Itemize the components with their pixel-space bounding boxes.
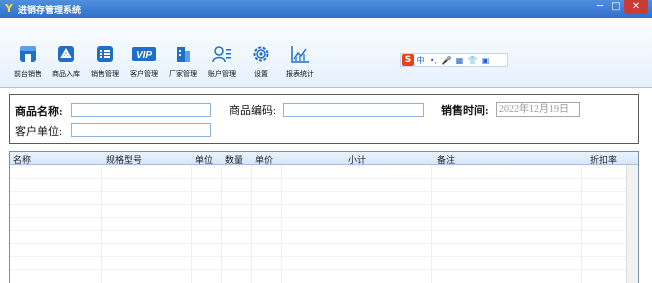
building-icon	[177, 47, 190, 62]
column-header-unit-price[interactable]: 单价	[255, 153, 273, 166]
toolbar-label: 账户管理	[208, 70, 236, 78]
toolbar-front-sales-button[interactable]: 前台销售	[9, 44, 47, 84]
column-header-quantity[interactable]: 数量	[225, 153, 243, 166]
toolbar-account-management-button[interactable]: 账户管理	[203, 44, 241, 84]
skin-icon[interactable]: 👕	[466, 56, 479, 65]
sales-table[interactable]: 名称 规格型号 单位 数量 单价 小计 备注 折扣率	[9, 151, 639, 283]
row-divider	[10, 230, 638, 231]
row-divider	[10, 204, 638, 205]
column-divider	[191, 165, 192, 283]
vertical-scrollbar[interactable]	[626, 165, 638, 283]
punctuation-toggle[interactable]: •,	[427, 56, 440, 65]
table-header: 名称 规格型号 单位 数量 单价 小计 备注 折扣率	[10, 152, 638, 166]
row-divider	[10, 256, 638, 257]
customer-input[interactable]	[71, 123, 211, 137]
vip-icon: VIP	[132, 47, 156, 61]
minimize-button[interactable]: ─	[592, 0, 608, 14]
column-header-name[interactable]: 名称	[13, 153, 31, 166]
chart-icon	[291, 46, 309, 63]
toolbar-manufacturer-management-button[interactable]: 厂家管理	[164, 44, 202, 84]
toolbar-label: 报表统计	[286, 70, 314, 78]
window-title: 进销存管理系统	[18, 6, 82, 16]
toolbar-label: 前台销售	[14, 70, 42, 78]
customer-label: 客户单位:	[15, 126, 63, 138]
column-divider	[581, 165, 582, 283]
title-bar: Y 进销存管理系统 ─ □ ✕	[0, 0, 652, 18]
row-divider	[10, 269, 638, 270]
row-divider	[10, 217, 638, 218]
toolbar-report-statistics-button[interactable]: 报表统计	[281, 44, 319, 84]
storefront-icon	[20, 46, 36, 62]
column-header-remark[interactable]: 备注	[437, 153, 455, 166]
toolbar-product-inbound-button[interactable]: 商品入库	[47, 44, 85, 84]
row-divider	[10, 178, 638, 179]
sogou-logo-icon: S	[402, 54, 414, 66]
input-method-bar[interactable]: S 中 •, 🎤 ▦ 👕 ▣	[400, 53, 508, 67]
toolbar-label: 客户管理	[130, 70, 158, 78]
close-button[interactable]: ✕	[624, 0, 648, 14]
column-divider	[221, 165, 222, 283]
column-divider	[251, 165, 252, 283]
sale-time-label: 销售时间:	[441, 105, 489, 117]
product-inbound-icon	[58, 46, 74, 62]
toolbar-label: 商品入库	[52, 70, 80, 78]
sale-time-date-picker[interactable]: 2022年12月19日	[496, 102, 580, 117]
toolbar-sales-management-button[interactable]: 销售管理	[86, 44, 124, 84]
toolbar-settings-button[interactable]: 设置	[242, 44, 280, 84]
column-divider	[431, 165, 432, 283]
main-toolbar: 前台销售 商品入库 销售管理 VIP 客户管理 厂家管理 账户管理 设置 报表统…	[0, 18, 652, 88]
column-header-subtotal[interactable]: 小计	[348, 153, 366, 166]
svg-text:VIP: VIP	[136, 50, 152, 61]
microphone-icon[interactable]: 🎤	[440, 56, 453, 65]
product-name-input[interactable]	[71, 103, 211, 117]
product-code-label: 商品编码:	[229, 105, 277, 117]
row-divider	[10, 243, 638, 244]
column-header-unit[interactable]: 单位	[195, 153, 213, 166]
toolbar-label: 销售管理	[91, 70, 119, 78]
toolbox-icon[interactable]: ▣	[479, 56, 492, 65]
maximize-button[interactable]: □	[608, 0, 624, 14]
row-divider	[10, 191, 638, 192]
product-name-label: 商品名称:	[15, 106, 63, 118]
product-code-input[interactable]	[283, 103, 424, 117]
toolbar-customer-management-button[interactable]: VIP 客户管理	[125, 44, 163, 84]
column-divider	[281, 165, 282, 283]
column-header-discount-rate[interactable]: 折扣率	[590, 153, 617, 166]
gear-icon	[253, 46, 269, 62]
keyboard-icon[interactable]: ▦	[453, 56, 466, 65]
window-controls: ─ □ ✕	[592, 0, 648, 16]
app-logo-icon: Y	[5, 2, 13, 15]
column-divider	[101, 165, 102, 283]
toolbar-label: 设置	[254, 70, 268, 78]
list-icon	[97, 46, 113, 62]
chinese-mode-toggle[interactable]: 中	[414, 55, 427, 66]
user-list-icon	[212, 46, 231, 63]
column-header-spec[interactable]: 规格型号	[106, 153, 142, 166]
toolbar-label: 厂家管理	[169, 70, 197, 78]
search-panel: 商品名称: 商品编码: 销售时间: 2022年12月19日 客户单位:	[9, 94, 639, 144]
